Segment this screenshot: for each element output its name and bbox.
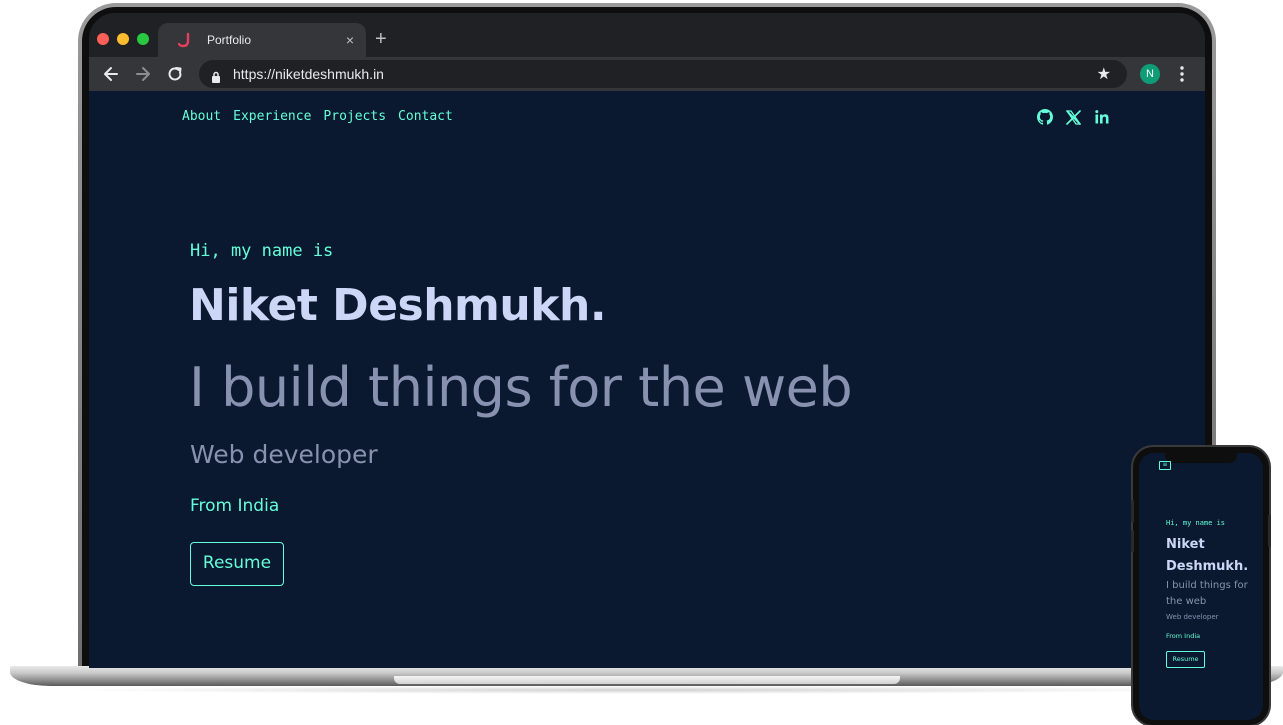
phone-volume-button (1131, 500, 1134, 522)
new-tab-button[interactable]: + (375, 28, 387, 50)
nav-link-experience[interactable]: Experience (233, 108, 311, 126)
back-button[interactable] (101, 64, 121, 84)
phone-resume-button[interactable]: Resume (1166, 651, 1205, 668)
phone-hero-tagline: I build things for the web (1166, 580, 1248, 607)
minimize-window-button[interactable] (117, 33, 129, 45)
hero-name: Niket Deshmukh. (189, 280, 607, 331)
phone-power-button (1268, 515, 1271, 547)
site-nav: About Experience Projects Contact (182, 108, 453, 126)
browser-menu-icon[interactable] (1180, 66, 1184, 86)
location-text: From India (190, 496, 280, 516)
phone-location-text: From India (1166, 632, 1201, 640)
tab-title: Portfolio (207, 33, 252, 47)
reload-icon (168, 67, 182, 81)
close-window-button[interactable] (97, 33, 109, 45)
linkedin-icon[interactable] (1094, 109, 1110, 125)
nav-link-contact[interactable]: Contact (398, 108, 453, 126)
maximize-window-button[interactable] (137, 33, 149, 45)
resume-button[interactable]: Resume (190, 542, 284, 586)
bookmark-star-icon[interactable]: ★ (1097, 65, 1111, 83)
profile-avatar[interactable]: N (1140, 64, 1160, 84)
role-text: Web developer (190, 440, 378, 469)
x-twitter-icon[interactable] (1066, 109, 1081, 125)
browser-tabbar: Portfolio × + (89, 13, 1205, 57)
nav-link-projects[interactable]: Projects (323, 108, 386, 126)
reload-button[interactable] (165, 64, 185, 84)
lock-icon (211, 68, 221, 87)
phone-intro-text: Hi, my name is (1166, 519, 1226, 527)
laptop-shadow (60, 686, 1220, 694)
url-text: https://niketdeshmukh.in (233, 66, 384, 82)
hero-tagline: I build things for the web (189, 356, 853, 419)
laptop-screen: Portfolio × + https://niketdeshmukh.in ★… (89, 13, 1205, 668)
social-links (1037, 109, 1110, 125)
favicon-icon (177, 32, 192, 48)
browser-toolbar: https://niketdeshmukh.in ★ N (89, 57, 1205, 91)
portfolio-page: About Experience Projects Contact Hi, my… (89, 91, 1205, 668)
tab-close-icon[interactable]: × (346, 31, 354, 49)
window-controls (97, 33, 149, 45)
forward-button[interactable] (133, 64, 153, 84)
nav-link-about[interactable]: About (182, 108, 221, 126)
github-icon[interactable] (1037, 109, 1053, 125)
intro-text: Hi, my name is (190, 241, 334, 261)
phone-role-text: Web developer (1166, 613, 1219, 621)
back-arrow-icon (104, 67, 118, 81)
phone-volume-button (1131, 530, 1134, 552)
address-bar[interactable]: https://niketdeshmukh.in ★ (199, 60, 1127, 88)
hamburger-menu-icon[interactable]: ≡ (1159, 461, 1171, 470)
phone-hero-name: Niket Deshmukh. (1166, 537, 1249, 574)
browser-tab[interactable]: Portfolio × (158, 23, 366, 57)
laptop-hinge-notch (394, 676, 900, 684)
phone-notch (1165, 453, 1237, 463)
forward-arrow-icon (136, 67, 150, 81)
phone-screen: ≡ Hi, my name is Niket Deshmukh. I build… (1139, 453, 1263, 720)
